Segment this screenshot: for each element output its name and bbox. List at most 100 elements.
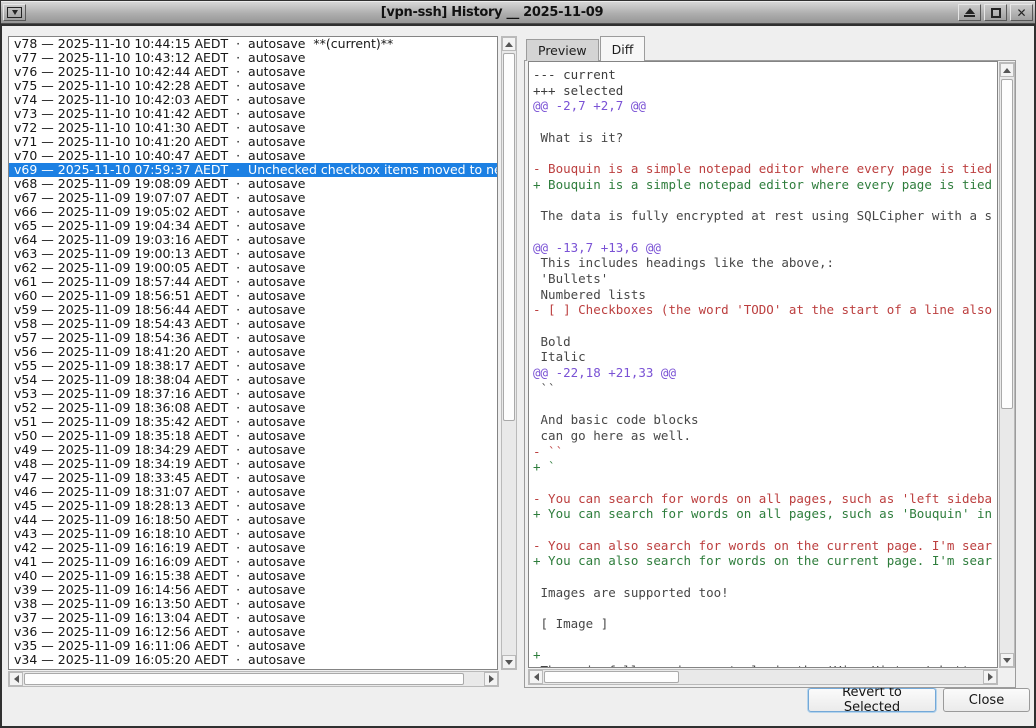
diff-line: Bold: [533, 334, 997, 350]
history-version-row[interactable]: v38 — 2025-11-09 16:13:50 AEDT · autosav…: [9, 597, 497, 611]
history-version-row[interactable]: v61 — 2025-11-09 18:57:44 AEDT · autosav…: [9, 275, 497, 289]
scroll-thumb[interactable]: [503, 53, 515, 421]
history-version-row[interactable]: v54 — 2025-11-09 18:38:04 AEDT · autosav…: [9, 373, 497, 387]
history-version-row[interactable]: v64 — 2025-11-09 19:03:16 AEDT · autosav…: [9, 233, 497, 247]
history-version-row[interactable]: v41 — 2025-11-09 16:16:09 AEDT · autosav…: [9, 555, 497, 569]
diff-line: [533, 145, 997, 161]
diff-line: - ``: [533, 444, 997, 460]
history-version-row[interactable]: v43 — 2025-11-09 16:18:10 AEDT · autosav…: [9, 527, 497, 541]
scroll-thumb[interactable]: [24, 673, 464, 685]
history-version-row[interactable]: v58 — 2025-11-09 18:54:43 AEDT · autosav…: [9, 317, 497, 331]
diff-text-view[interactable]: --- current+++ selected@@ -2,7 +2,7 @@ W…: [528, 61, 998, 668]
diff-line: The data is fully encrypted at rest usin…: [533, 208, 997, 224]
history-version-row[interactable]: v71 — 2025-11-10 10:41:20 AEDT · autosav…: [9, 135, 497, 149]
diff-vertical-scrollbar[interactable]: [999, 62, 1015, 668]
close-button[interactable]: Close: [943, 688, 1030, 712]
history-version-row[interactable]: v47 — 2025-11-09 18:33:45 AEDT · autosav…: [9, 471, 497, 485]
history-version-row[interactable]: v45 — 2025-11-09 18:28:13 AEDT · autosav…: [9, 499, 497, 513]
triangle-up-icon: [1003, 68, 1011, 73]
diff-line: [533, 600, 997, 616]
diff-line: [533, 114, 997, 130]
scroll-up-arrow[interactable]: [502, 37, 516, 51]
triangle-down-icon: [1003, 658, 1011, 663]
history-version-row[interactable]: v35 — 2025-11-09 16:11:06 AEDT · autosav…: [9, 639, 497, 653]
history-version-row[interactable]: v78 — 2025-11-10 10:44:15 AEDT · autosav…: [9, 37, 497, 51]
scroll-down-arrow[interactable]: [502, 655, 516, 669]
diff-line: [533, 224, 997, 240]
history-version-row[interactable]: v63 — 2025-11-09 19:00:13 AEDT · autosav…: [9, 247, 497, 261]
history-version-row[interactable]: v72 — 2025-11-10 10:41:30 AEDT · autosav…: [9, 121, 497, 135]
triangle-right-icon: [489, 675, 494, 683]
history-version-row[interactable]: v33 — 2025-11-09 16:05:01 AEDT · autosav…: [9, 667, 497, 670]
diff-line: can go here as well.: [533, 428, 997, 444]
history-version-row[interactable]: v73 — 2025-11-10 10:41:42 AEDT · autosav…: [9, 107, 497, 121]
window-maximize-button[interactable]: [984, 4, 1007, 21]
history-version-row[interactable]: v40 — 2025-11-09 16:15:38 AEDT · autosav…: [9, 569, 497, 583]
history-version-row[interactable]: v36 — 2025-11-09 16:12:56 AEDT · autosav…: [9, 625, 497, 639]
history-version-row[interactable]: v55 — 2025-11-09 18:38:17 AEDT · autosav…: [9, 359, 497, 373]
history-version-row[interactable]: v52 — 2025-11-09 18:36:08 AEDT · autosav…: [9, 401, 497, 415]
history-version-row[interactable]: v53 — 2025-11-09 18:37:16 AEDT · autosav…: [9, 387, 497, 401]
history-version-row[interactable]: v44 — 2025-11-09 16:18:50 AEDT · autosav…: [9, 513, 497, 527]
history-version-row[interactable]: v42 — 2025-11-09 16:16:19 AEDT · autosav…: [9, 541, 497, 555]
history-version-row[interactable]: v46 — 2025-11-09 18:31:07 AEDT · autosav…: [9, 485, 497, 499]
version-history-list[interactable]: v78 — 2025-11-10 10:44:15 AEDT · autosav…: [8, 36, 498, 670]
history-version-row[interactable]: v34 — 2025-11-09 16:05:20 AEDT · autosav…: [9, 653, 497, 667]
window-shade-button[interactable]: [958, 4, 981, 21]
history-version-row[interactable]: v70 — 2025-11-10 10:40:47 AEDT · autosav…: [9, 149, 497, 163]
diff-line: And basic code blocks: [533, 412, 997, 428]
diff-horizontal-scrollbar[interactable]: [528, 669, 998, 685]
diff-line: [533, 475, 997, 491]
diff-line: Italic: [533, 349, 997, 365]
scroll-thumb[interactable]: [1001, 79, 1013, 409]
diff-line: +: [533, 647, 997, 663]
window-title: [vpn-ssh] History __ 2025-11-09: [26, 5, 958, 20]
history-version-row[interactable]: v65 — 2025-11-09 19:04:34 AEDT · autosav…: [9, 219, 497, 233]
tab-preview[interactable]: Preview: [526, 39, 599, 61]
scroll-down-arrow[interactable]: [1000, 653, 1014, 667]
history-version-row[interactable]: v59 — 2025-11-09 18:56:44 AEDT · autosav…: [9, 303, 497, 317]
scroll-right-arrow[interactable]: [983, 670, 997, 684]
history-version-row[interactable]: v39 — 2025-11-09 16:14:56 AEDT · autosav…: [9, 583, 497, 597]
history-version-row[interactable]: v62 — 2025-11-09 19:00:05 AEDT · autosav…: [9, 261, 497, 275]
history-version-row[interactable]: v68 — 2025-11-09 19:08:09 AEDT · autosav…: [9, 177, 497, 191]
history-version-row[interactable]: v67 — 2025-11-09 19:07:07 AEDT · autosav…: [9, 191, 497, 205]
history-version-row[interactable]: v69 — 2025-11-10 07:59:37 AEDT · Uncheck…: [9, 163, 497, 177]
tab-diff[interactable]: Diff: [600, 36, 646, 61]
history-version-row[interactable]: v57 — 2025-11-09 18:54:36 AEDT · autosav…: [9, 331, 497, 345]
history-version-row[interactable]: v77 — 2025-11-10 10:43:12 AEDT · autosav…: [9, 51, 497, 65]
history-version-row[interactable]: v66 — 2025-11-09 19:05:02 AEDT · autosav…: [9, 205, 497, 219]
triangle-left-icon: [14, 675, 19, 683]
history-list-horizontal-scrollbar[interactable]: [8, 671, 499, 687]
triangle-up-icon: [505, 42, 513, 47]
diff-line: Numbered lists: [533, 287, 997, 303]
window-menu-button[interactable]: [3, 4, 26, 21]
history-version-row[interactable]: v60 — 2025-11-09 18:56:51 AEDT · autosav…: [9, 289, 497, 303]
maximize-icon: [991, 8, 1001, 18]
history-list-vertical-scrollbar[interactable]: [501, 36, 517, 670]
triangle-down-icon: [505, 660, 513, 665]
window-close-button[interactable]: ✕: [1010, 4, 1033, 21]
scroll-left-arrow[interactable]: [9, 672, 23, 686]
history-version-row[interactable]: v48 — 2025-11-09 18:34:19 AEDT · autosav…: [9, 457, 497, 471]
scroll-thumb[interactable]: [544, 671, 679, 683]
history-version-row[interactable]: v37 — 2025-11-09 16:13:04 AEDT · autosav…: [9, 611, 497, 625]
history-version-row[interactable]: v49 — 2025-11-09 18:34:29 AEDT · autosav…: [9, 443, 497, 457]
history-version-row[interactable]: v51 — 2025-11-09 18:35:42 AEDT · autosav…: [9, 415, 497, 429]
history-version-row[interactable]: v76 — 2025-11-10 10:42:44 AEDT · autosav…: [9, 65, 497, 79]
titlebar[interactable]: [vpn-ssh] History __ 2025-11-09 ✕: [1, 1, 1035, 24]
revert-to-selected-button[interactable]: Revert to Selected: [808, 688, 936, 712]
diff-line: [533, 193, 997, 209]
history-version-row[interactable]: v74 — 2025-11-10 10:42:03 AEDT · autosav…: [9, 93, 497, 107]
scroll-left-arrow[interactable]: [529, 670, 543, 684]
scroll-up-arrow[interactable]: [1000, 63, 1014, 77]
diff-line: [533, 632, 997, 648]
history-version-row[interactable]: v50 — 2025-11-09 18:35:18 AEDT · autosav…: [9, 429, 497, 443]
history-version-row[interactable]: v56 — 2025-11-09 18:41:20 AEDT · autosav…: [9, 345, 497, 359]
history-version-row[interactable]: v75 — 2025-11-10 10:42:28 AEDT · autosav…: [9, 79, 497, 93]
preview-diff-tabs: PreviewDiff: [526, 36, 646, 61]
diff-line: [ Image ]: [533, 616, 997, 632]
window-controls: ✕: [958, 4, 1033, 21]
diff-line: 'Bullets': [533, 271, 997, 287]
scroll-right-arrow[interactable]: [484, 672, 498, 686]
